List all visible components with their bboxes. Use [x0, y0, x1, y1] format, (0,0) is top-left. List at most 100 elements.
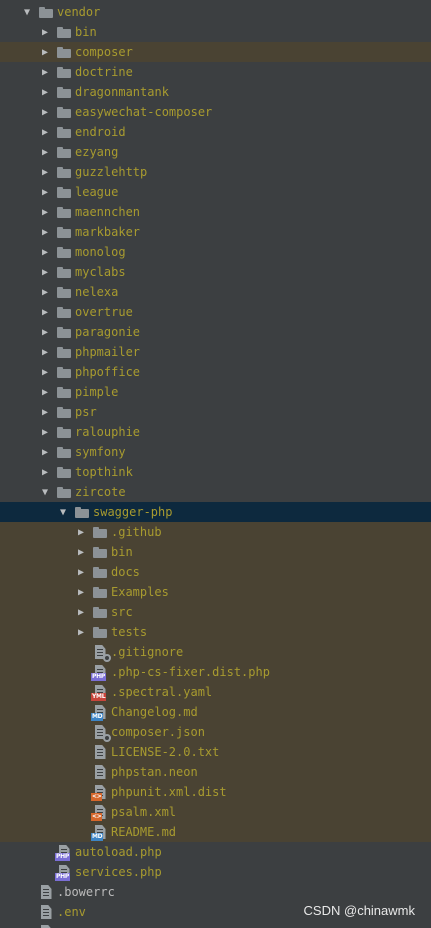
tree-folder-row[interactable]: ▼ vendor: [0, 2, 431, 22]
expand-arrow-right-icon[interactable]: ▶: [38, 382, 52, 402]
tree-folder-row[interactable]: ▶ markbaker: [0, 222, 431, 242]
folder-icon: [56, 24, 72, 40]
tree-file-row[interactable]: YML .spectral.yaml: [0, 682, 431, 702]
expand-arrow-right-icon[interactable]: ▶: [38, 302, 52, 322]
tree-file-row[interactable]: [0, 922, 431, 928]
tree-item-label: zircote: [75, 485, 126, 499]
expand-arrow-right-icon[interactable]: ▶: [38, 462, 52, 482]
tree-folder-row[interactable]: ▶ tests: [0, 622, 431, 642]
tree-file-row[interactable]: PHP .php-cs-fixer.dist.php: [0, 662, 431, 682]
expand-arrow-right-icon[interactable]: ▶: [38, 262, 52, 282]
tree-file-row[interactable]: PHP services.php: [0, 862, 431, 882]
tree-folder-row[interactable]: ▶ guzzlehttp: [0, 162, 431, 182]
tree-folder-row[interactable]: ▶ ezyang: [0, 142, 431, 162]
expand-arrow-right-icon[interactable]: ▶: [38, 402, 52, 422]
tree-folder-row[interactable]: ▶ Examples: [0, 582, 431, 602]
tree-folder-row[interactable]: ▶ doctrine: [0, 62, 431, 82]
expand-arrow-right-icon[interactable]: ▶: [74, 522, 88, 542]
tree-folder-row[interactable]: ▶ paragonie: [0, 322, 431, 342]
expand-arrow-right-icon[interactable]: ▶: [38, 142, 52, 162]
tree-file-row[interactable]: composer.json: [0, 722, 431, 742]
expand-arrow-down-icon[interactable]: ▼: [20, 2, 34, 22]
tree-folder-row[interactable]: ▶ easywechat-composer: [0, 102, 431, 122]
markdown-file-icon: MD: [91, 824, 108, 841]
tree-item-label: swagger-php: [93, 505, 173, 519]
expand-arrow-right-icon[interactable]: ▶: [74, 542, 88, 562]
expand-arrow-right-icon[interactable]: ▶: [38, 222, 52, 242]
tree-folder-row[interactable]: ▶ monolog: [0, 242, 431, 262]
expand-arrow-down-icon[interactable]: ▼: [38, 482, 52, 502]
tree-folder-row[interactable]: ▶ bin: [0, 542, 431, 562]
tree-folder-row[interactable]: ▶ phpmailer: [0, 342, 431, 362]
expand-arrow-right-icon[interactable]: ▶: [38, 362, 52, 382]
tree-file-row[interactable]: MD Changelog.md: [0, 702, 431, 722]
expand-arrow-right-icon[interactable]: ▶: [38, 42, 52, 62]
text-file-icon: [38, 884, 54, 900]
expand-arrow-right-icon[interactable]: ▶: [38, 422, 52, 442]
tree-folder-row[interactable]: ▶ bin: [0, 22, 431, 42]
tree-item-label: endroid: [75, 125, 126, 139]
expand-arrow-right-icon[interactable]: ▶: [38, 442, 52, 462]
expand-arrow-right-icon[interactable]: ▶: [38, 242, 52, 262]
tree-file-row[interactable]: .bowerrc: [0, 882, 431, 902]
tree-folder-row[interactable]: ▶ symfony: [0, 442, 431, 462]
text-file-icon: [92, 744, 108, 760]
markdown-file-icon: MD: [91, 704, 108, 721]
folder-icon: [56, 364, 72, 380]
tree-folder-row[interactable]: ▶ overtrue: [0, 302, 431, 322]
expand-arrow-right-icon[interactable]: ▶: [38, 62, 52, 82]
folder-icon: [92, 524, 108, 540]
expand-arrow-right-icon[interactable]: ▶: [74, 622, 88, 642]
folder-icon: [92, 604, 108, 620]
watermark: CSDN @chinawmk: [303, 903, 415, 918]
tree-folder-row[interactable]: ▶ .github: [0, 522, 431, 542]
folder-icon: [56, 124, 72, 140]
expand-arrow-right-icon[interactable]: ▶: [74, 582, 88, 602]
tree-folder-row[interactable]: ▶ ralouphie: [0, 422, 431, 442]
tree-folder-row[interactable]: ▶ endroid: [0, 122, 431, 142]
expand-arrow-right-icon[interactable]: ▶: [38, 342, 52, 362]
tree-file-row[interactable]: <> psalm.xml: [0, 802, 431, 822]
tree-item-label: overtrue: [75, 305, 133, 319]
expand-arrow-right-icon[interactable]: ▶: [74, 602, 88, 622]
tree-file-row[interactable]: PHP autoload.php: [0, 842, 431, 862]
expand-arrow-right-icon[interactable]: ▶: [38, 122, 52, 142]
tree-folder-row[interactable]: ▼ zircote: [0, 482, 431, 502]
tree-folder-row[interactable]: ▶ src: [0, 602, 431, 622]
expand-arrow-right-icon[interactable]: ▶: [74, 562, 88, 582]
tree-item-label: paragonie: [75, 325, 141, 339]
tree-folder-row[interactable]: ▶ myclabs: [0, 262, 431, 282]
tree-folder-row[interactable]: ▶ nelexa: [0, 282, 431, 302]
tree-folder-row[interactable]: ▶ league: [0, 182, 431, 202]
expand-arrow-right-icon[interactable]: ▶: [38, 202, 52, 222]
tree-file-row[interactable]: <> phpunit.xml.dist: [0, 782, 431, 802]
tree-folder-row[interactable]: ▼ swagger-php: [0, 502, 431, 522]
tree-file-row[interactable]: MD README.md: [0, 822, 431, 842]
tree-folder-row[interactable]: ▶ composer: [0, 42, 431, 62]
expand-arrow-right-icon[interactable]: ▶: [38, 22, 52, 42]
expand-arrow-right-icon[interactable]: ▶: [38, 282, 52, 302]
folder-icon: [56, 384, 72, 400]
tree-file-row[interactable]: phpstan.neon: [0, 762, 431, 782]
tree-file-row[interactable]: LICENSE-2.0.txt: [0, 742, 431, 762]
tree-folder-row[interactable]: ▶ phpoffice: [0, 362, 431, 382]
expand-arrow-right-icon[interactable]: ▶: [38, 182, 52, 202]
gear-file-icon: [92, 644, 111, 662]
expand-arrow-right-icon[interactable]: ▶: [38, 162, 52, 182]
expand-arrow-down-icon[interactable]: ▼: [56, 502, 70, 522]
tree-file-row[interactable]: .gitignore: [0, 642, 431, 662]
tree-item-label: services.php: [75, 865, 162, 879]
tree-item-label: .github: [111, 525, 162, 539]
expand-arrow-right-icon[interactable]: ▶: [38, 322, 52, 342]
tree-folder-row[interactable]: ▶ pimple: [0, 382, 431, 402]
tree-item-label: monolog: [75, 245, 126, 259]
tree-folder-row[interactable]: ▶ docs: [0, 562, 431, 582]
expand-arrow-right-icon[interactable]: ▶: [38, 82, 52, 102]
folder-icon: [56, 464, 72, 480]
tree-folder-row[interactable]: ▶ psr: [0, 402, 431, 422]
tree-item-label: tests: [111, 625, 148, 639]
tree-folder-row[interactable]: ▶ topthink: [0, 462, 431, 482]
tree-folder-row[interactable]: ▶ dragonmantank: [0, 82, 431, 102]
tree-folder-row[interactable]: ▶ maennchen: [0, 202, 431, 222]
expand-arrow-right-icon[interactable]: ▶: [38, 102, 52, 122]
